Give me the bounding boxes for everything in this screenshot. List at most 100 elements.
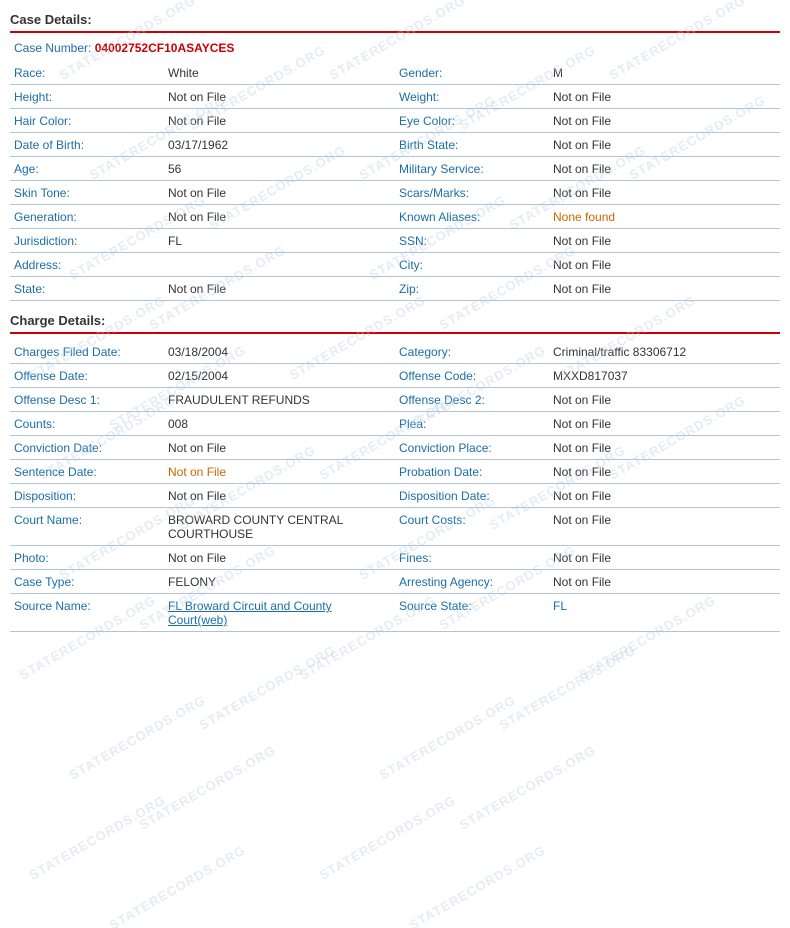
table-row: Disposition: Not on File Disposition Dat…	[10, 484, 780, 508]
table-row: Photo: Not on File Fines: Not on File	[10, 546, 780, 570]
page-container: Case Details: Case Number: 04002752CF10A…	[0, 0, 790, 640]
field-label: Source Name:	[10, 594, 164, 632]
field-value: Not on File	[549, 157, 780, 181]
field-label: Address:	[10, 253, 164, 277]
field-label: Zip:	[395, 277, 549, 301]
field-value: Not on File	[549, 460, 780, 484]
field-value: MXXD817037	[549, 364, 780, 388]
table-row: Offense Desc 1: FRAUDULENT REFUNDS Offen…	[10, 388, 780, 412]
field-label: SSN:	[395, 229, 549, 253]
field-label: Counts:	[10, 412, 164, 436]
field-label: Category:	[395, 340, 549, 364]
field-label: Offense Desc 1:	[10, 388, 164, 412]
field-value: Not on File	[164, 436, 395, 460]
field-value: M	[549, 61, 780, 85]
field-label: Arresting Agency:	[395, 570, 549, 594]
field-label: Scars/Marks:	[395, 181, 549, 205]
field-value: Criminal/traffic 83306712	[549, 340, 780, 364]
field-label: Jurisdiction:	[10, 229, 164, 253]
field-label: Generation:	[10, 205, 164, 229]
table-row: Jurisdiction: FL SSN: Not on File	[10, 229, 780, 253]
field-label: Offense Desc 2:	[395, 388, 549, 412]
field-label: Source State:	[395, 594, 549, 632]
table-row: Court Name: BROWARD COUNTY CENTRAL COURT…	[10, 508, 780, 546]
table-row: Race: White Gender: M	[10, 61, 780, 85]
table-row: Hair Color: Not on File Eye Color: Not o…	[10, 109, 780, 133]
table-row: Address: City: Not on File	[10, 253, 780, 277]
field-value: Not on File	[549, 277, 780, 301]
field-value: Not on File	[549, 85, 780, 109]
field-label: Photo:	[10, 546, 164, 570]
field-value: Not on File	[549, 436, 780, 460]
field-value: Not on File	[549, 229, 780, 253]
field-label: Probation Date:	[395, 460, 549, 484]
table-row: Case Type: FELONY Arresting Agency: Not …	[10, 570, 780, 594]
case-number-row: Case Number: 04002752CF10ASAYCES	[10, 39, 780, 61]
field-label: Charges Filed Date:	[10, 340, 164, 364]
field-label: Eye Color:	[395, 109, 549, 133]
field-value	[164, 253, 395, 277]
field-value: BROWARD COUNTY CENTRAL COURTHOUSE	[164, 508, 395, 546]
field-value: Not on File	[549, 412, 780, 436]
field-value: None found	[549, 205, 780, 229]
field-value: Not on File	[164, 484, 395, 508]
field-value: Not on File	[549, 181, 780, 205]
field-value: FRAUDULENT REFUNDS	[164, 388, 395, 412]
field-label: Conviction Date:	[10, 436, 164, 460]
field-value: 56	[164, 157, 395, 181]
table-row: Skin Tone: Not on File Scars/Marks: Not …	[10, 181, 780, 205]
field-label: Known Aliases:	[395, 205, 549, 229]
charge-details-divider	[10, 332, 780, 334]
field-label: State:	[10, 277, 164, 301]
field-value: FL	[549, 594, 780, 632]
field-label: Offense Code:	[395, 364, 549, 388]
field-label: Height:	[10, 85, 164, 109]
field-value: White	[164, 61, 395, 85]
field-value: 03/18/2004	[164, 340, 395, 364]
table-row: Charges Filed Date: 03/18/2004 Category:…	[10, 340, 780, 364]
field-value: 03/17/1962	[164, 133, 395, 157]
field-value: FELONY	[164, 570, 395, 594]
field-value: Not on File	[549, 133, 780, 157]
table-row: Age: 56 Military Service: Not on File	[10, 157, 780, 181]
field-label: Age:	[10, 157, 164, 181]
table-row: State: Not on File Zip: Not on File	[10, 277, 780, 301]
field-value: Not on File	[549, 109, 780, 133]
field-label: Conviction Place:	[395, 436, 549, 460]
table-row: Offense Date: 02/15/2004 Offense Code: M…	[10, 364, 780, 388]
field-value: Not on File	[549, 570, 780, 594]
field-label: Case Type:	[10, 570, 164, 594]
field-value: Not on File	[549, 484, 780, 508]
field-value: Not on File	[164, 546, 395, 570]
field-label: Sentence Date:	[10, 460, 164, 484]
case-number-label: Case Number:	[14, 41, 91, 55]
table-row: Source Name: FL Broward Circuit and Coun…	[10, 594, 780, 632]
case-number-value: 04002752CF10ASAYCES	[95, 41, 235, 55]
field-label: Race:	[10, 61, 164, 85]
field-label: Hair Color:	[10, 109, 164, 133]
field-value: Not on File	[549, 388, 780, 412]
field-label: Court Name:	[10, 508, 164, 546]
table-row: Conviction Date: Not on File Conviction …	[10, 436, 780, 460]
field-value: FL	[164, 229, 395, 253]
field-label: Birth State:	[395, 133, 549, 157]
field-value: Not on File	[164, 277, 395, 301]
table-row: Counts: 008 Plea: Not on File	[10, 412, 780, 436]
field-label: Court Costs:	[395, 508, 549, 546]
field-label: Gender:	[395, 61, 549, 85]
field-value: Not on File	[549, 546, 780, 570]
field-value: Not on File	[549, 508, 780, 546]
field-value: Not on File	[164, 109, 395, 133]
field-label: Weight:	[395, 85, 549, 109]
field-label: City:	[395, 253, 549, 277]
field-value: 008	[164, 412, 395, 436]
table-row: Date of Birth: 03/17/1962 Birth State: N…	[10, 133, 780, 157]
field-value: Not on File	[549, 253, 780, 277]
case-details-header: Case Details:	[10, 8, 780, 29]
field-label: Offense Date:	[10, 364, 164, 388]
field-label: Disposition:	[10, 484, 164, 508]
charge-details-header: Charge Details:	[10, 309, 780, 330]
field-label: Military Service:	[395, 157, 549, 181]
field-label: Fines:	[395, 546, 549, 570]
table-row: Sentence Date: Not on File Probation Dat…	[10, 460, 780, 484]
